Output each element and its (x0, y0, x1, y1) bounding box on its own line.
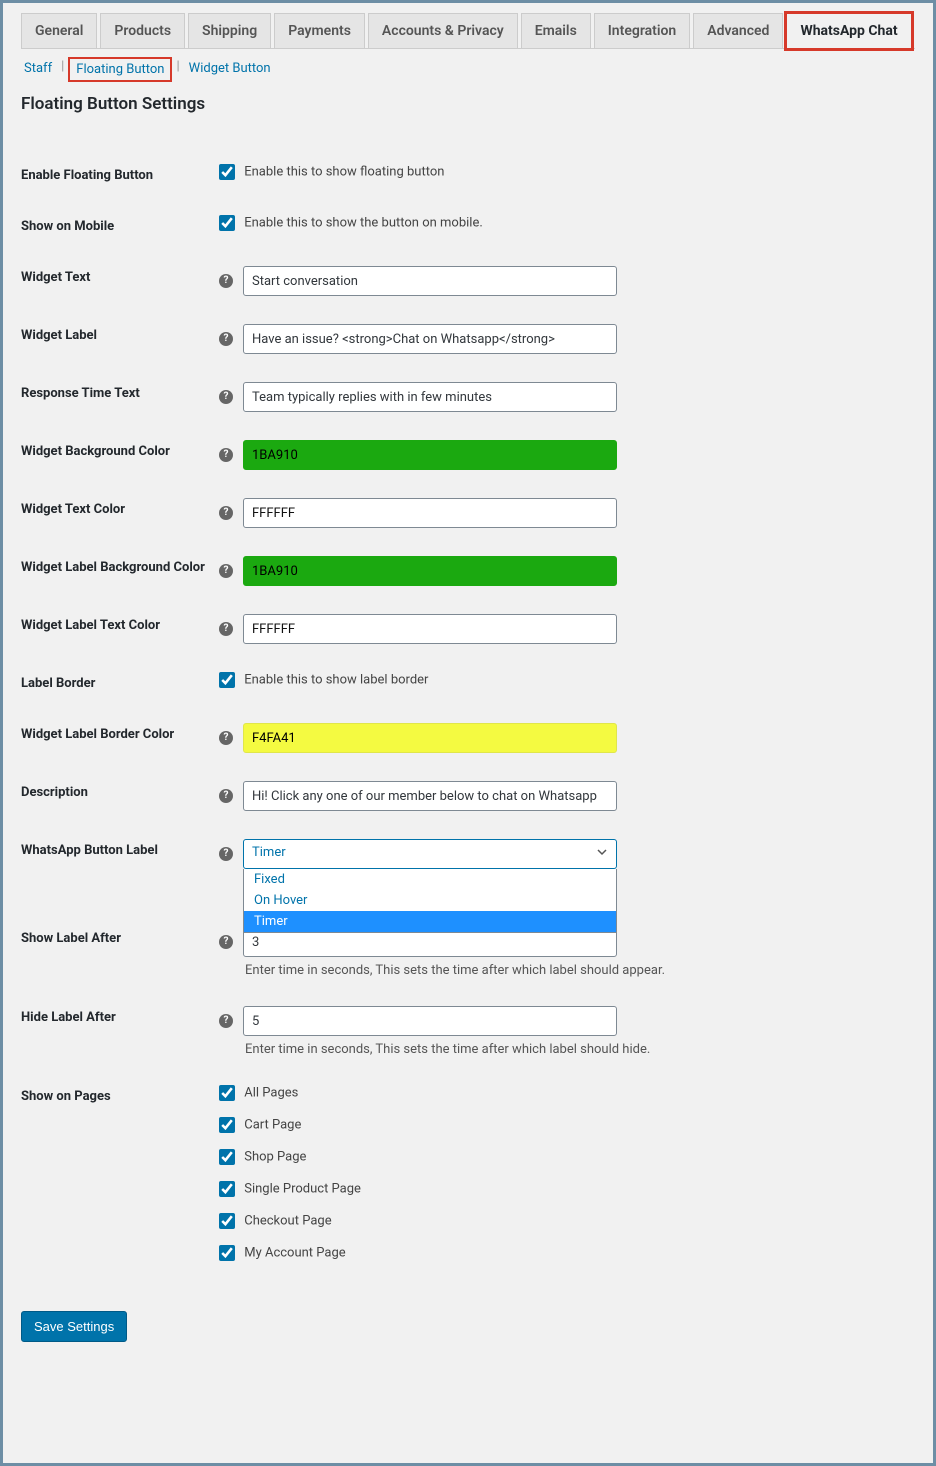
label-show-on-mobile: Show on Mobile (21, 201, 219, 252)
help-icon[interactable]: ? (219, 564, 233, 578)
label-widget-bg-color: Widget Background Color (21, 426, 219, 484)
checkbox-label-border[interactable] (219, 672, 235, 688)
label-widget-text: Widget Text (21, 252, 219, 310)
help-icon[interactable]: ? (219, 789, 233, 803)
help-icon[interactable]: ? (219, 448, 233, 462)
checkbox-label: Shop Page (244, 1150, 306, 1165)
label-hide-label-after: Hide Label After (21, 992, 219, 1071)
input-widget-bg-color[interactable] (243, 440, 617, 470)
field-description: Enter time in seconds, This sets the tim… (245, 963, 905, 978)
checkbox-my-account-page[interactable] (219, 1245, 235, 1261)
help-icon[interactable]: ? (219, 622, 233, 636)
input-widget-label-bg-color[interactable] (243, 556, 617, 586)
checkbox-shop-page[interactable] (219, 1149, 235, 1165)
help-icon[interactable]: ? (219, 390, 233, 404)
help-icon[interactable]: ? (219, 332, 233, 346)
checkbox-label: Single Product Page (244, 1182, 361, 1197)
label-label-border: Label Border (21, 658, 219, 709)
chevron-down-icon (596, 846, 608, 862)
tab-accounts-privacy[interactable]: Accounts & Privacy (368, 13, 518, 48)
checkbox-label: Enable this to show label border (244, 673, 428, 688)
input-widget-label-text-color[interactable] (243, 614, 617, 644)
help-icon[interactable]: ? (219, 1014, 233, 1028)
label-description: Description (21, 767, 219, 825)
checkbox-label: Cart Page (244, 1118, 301, 1133)
help-icon[interactable]: ? (219, 847, 233, 861)
label-widget-label: Widget Label (21, 310, 219, 368)
help-icon[interactable]: ? (219, 935, 233, 949)
select-option-timer[interactable]: Timer (244, 911, 616, 932)
section-title: Floating Button Settings (21, 94, 915, 114)
tab-general[interactable]: General (21, 13, 97, 48)
checkbox-label: Enable this to show floating button (244, 165, 444, 180)
tab-payments[interactable]: Payments (274, 13, 365, 48)
checkbox-show-on-mobile[interactable] (219, 215, 235, 231)
input-widget-text[interactable] (243, 266, 617, 296)
checkbox-cart-page[interactable] (219, 1117, 235, 1133)
checkbox-label: All Pages (244, 1086, 298, 1101)
tab-integration[interactable]: Integration (594, 13, 690, 48)
separator: | (61, 59, 64, 80)
label-widget-label-bg-color: Widget Label Background Color (21, 542, 219, 600)
checkbox-all-pages[interactable] (219, 1085, 235, 1101)
tab-emails[interactable]: Emails (521, 13, 591, 48)
input-description[interactable] (243, 781, 617, 811)
sub-tabs: Staff | Floating Button | Widget Button (21, 59, 915, 80)
input-widget-label-border-color[interactable] (243, 723, 617, 753)
label-widget-text-color: Widget Text Color (21, 484, 219, 542)
input-response-time-text[interactable] (243, 382, 617, 412)
help-icon[interactable]: ? (219, 731, 233, 745)
subtab-floating-button[interactable]: Floating Button (70, 59, 170, 80)
label-widget-label-border-color: Widget Label Border Color (21, 709, 219, 767)
select-option-on-hover[interactable]: On Hover (244, 890, 616, 911)
tab-advanced[interactable]: Advanced (693, 13, 783, 48)
checkbox-single-product-page[interactable] (219, 1181, 235, 1197)
select-option-fixed[interactable]: Fixed (244, 869, 616, 890)
tab-whatsapp-chat[interactable]: WhatsApp Chat (786, 13, 911, 49)
help-icon[interactable]: ? (219, 274, 233, 288)
select-whatsapp-button-label[interactable]: Timer (243, 839, 617, 869)
checkbox-enable-floating-button[interactable] (219, 164, 235, 180)
checkbox-label: Checkout Page (244, 1214, 331, 1229)
label-show-on-pages: Show on Pages (21, 1071, 219, 1291)
label-widget-label-text-color: Widget Label Text Color (21, 600, 219, 658)
input-hide-label-after[interactable] (243, 1006, 617, 1036)
input-widget-text-color[interactable] (243, 498, 617, 528)
label-show-label-after: Show Label After (21, 883, 219, 992)
input-widget-label[interactable] (243, 324, 617, 354)
select-dropdown: Fixed On Hover Timer (243, 869, 617, 933)
tab-shipping[interactable]: Shipping (188, 13, 271, 48)
label-enable-floating-button: Enable Floating Button (21, 150, 219, 201)
tab-products[interactable]: Products (100, 13, 185, 48)
label-whatsapp-button-label: WhatsApp Button Label (21, 825, 219, 883)
checkbox-label: Enable this to show the button on mobile… (244, 216, 483, 231)
settings-form: Enable Floating Button Enable this to sh… (21, 150, 915, 1291)
label-response-time-text: Response Time Text (21, 368, 219, 426)
subtab-widget-button[interactable]: Widget Button (186, 59, 274, 80)
help-icon[interactable]: ? (219, 506, 233, 520)
separator: | (176, 59, 179, 80)
select-value: Timer (252, 845, 286, 860)
main-tabs: General Products Shipping Payments Accou… (21, 13, 915, 49)
checkbox-checkout-page[interactable] (219, 1213, 235, 1229)
save-settings-button[interactable]: Save Settings (21, 1311, 127, 1342)
subtab-staff[interactable]: Staff (21, 59, 55, 80)
checkbox-label: My Account Page (244, 1246, 345, 1261)
field-description: Enter time in seconds, This sets the tim… (245, 1042, 905, 1057)
